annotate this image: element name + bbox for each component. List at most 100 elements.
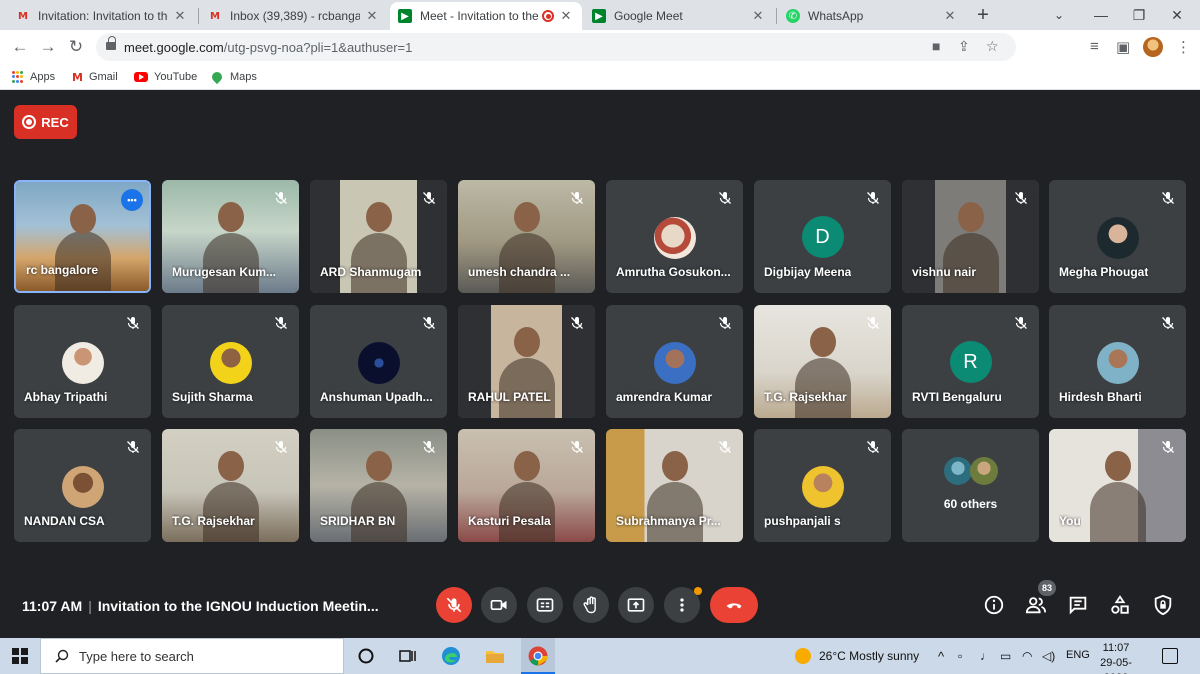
camera-tray-icon[interactable]: ▫ <box>958 649 962 663</box>
participant-tile[interactable]: T.G. Rajsekhar <box>162 429 299 542</box>
mic-off-button[interactable] <box>436 587 472 623</box>
participant-name: Megha Phougat <box>1059 265 1149 279</box>
bookmark-maps[interactable]: Maps <box>209 68 257 86</box>
browser-tab-strip: M Invitation: Invitation to the IG ✕ M I… <box>0 0 1200 30</box>
avatar <box>357 342 400 384</box>
new-tab-button[interactable]: + <box>970 2 996 28</box>
participant-name: rc bangalore <box>26 263 99 277</box>
close-icon[interactable]: ✕ <box>364 8 380 24</box>
volume-icon[interactable]: ◁) <box>1042 649 1055 663</box>
bookmark-apps[interactable]: Apps <box>12 68 55 86</box>
side-panel-icon[interactable]: ▣ <box>1116 38 1130 56</box>
meeting-details-button[interactable] <box>983 594 1005 616</box>
tab-whatsapp[interactable]: ✆ WhatsApp ✕ <box>778 2 966 30</box>
muted-indicator <box>1013 190 1029 206</box>
muted-indicator <box>1160 439 1176 455</box>
taskbar-clock[interactable]: 11:07 29-05-2022 <box>1094 641 1138 674</box>
recording-indicator[interactable]: REC <box>14 105 77 139</box>
participant-tile[interactable]: Hirdesh Bharti <box>1049 305 1186 418</box>
participant-tile[interactable]: pushpanjali s <box>754 429 891 542</box>
tab-gmail-invitation[interactable]: M Invitation: Invitation to the IG ✕ <box>8 2 196 30</box>
tab-gmail-inbox[interactable]: M Inbox (39,389) - rcbangalore ✕ <box>200 2 388 30</box>
present-screen-button[interactable] <box>618 587 654 623</box>
raise-hand-button[interactable] <box>573 587 609 623</box>
shield-lock-icon <box>1154 594 1172 616</box>
participant-tile[interactable]: vishnu nair <box>902 180 1039 293</box>
tile-options-button[interactable]: ••• <box>121 189 143 211</box>
microphone-tray-icon[interactable]: ♩ <box>980 649 992 663</box>
participant-tile[interactable]: R RVTI Bengaluru <box>902 305 1039 418</box>
back-button[interactable]: ← <box>8 35 32 59</box>
taskbar-search-box[interactable]: Type here to search <box>40 638 344 674</box>
participant-tile[interactable]: Subrahmanya Pr... <box>606 429 743 542</box>
lock-icon[interactable] <box>106 36 116 50</box>
profile-avatar[interactable] <box>1143 37 1163 57</box>
participant-tile[interactable]: Sujith Sharma <box>162 305 299 418</box>
participant-tile[interactable]: T.G. Rajsekhar <box>754 305 891 418</box>
tab-google-meet[interactable]: ▶ Google Meet ✕ <box>584 2 774 30</box>
leave-call-button[interactable] <box>710 587 758 623</box>
participant-count-badge: 83 <box>1038 580 1056 596</box>
participant-tile[interactable]: D Digbijay Meena <box>754 180 891 293</box>
participant-tile[interactable]: Amrutha Gosukon... <box>606 180 743 293</box>
tab-meet-active[interactable]: ▶ Meet - Invitation to the ✕ <box>390 2 582 30</box>
participant-tile[interactable]: You <box>1049 429 1186 542</box>
cortana-icon[interactable] <box>355 645 377 667</box>
bookmark-star-icon[interactable]: ☆ <box>986 38 999 55</box>
bookmark-youtube[interactable]: YouTube <box>134 68 197 86</box>
participant-name: You <box>1059 514 1081 528</box>
notification-center-icon[interactable] <box>1162 648 1178 664</box>
windows-start-icon[interactable] <box>12 648 28 664</box>
avatar-letter: D <box>801 216 844 258</box>
chevron-up-icon[interactable]: ^ <box>938 649 944 664</box>
weather-sun-icon[interactable] <box>795 648 811 664</box>
meet-control-bar: 11:07 AM | Invitation to the IGNOU Inducti… <box>0 580 1200 638</box>
participant-tile[interactable]: Murugesan Kum... <box>162 180 299 293</box>
weather-text[interactable]: 26°C Mostly sunny <box>819 649 919 663</box>
camera-button[interactable] <box>481 587 517 623</box>
participant-tile[interactable]: Abhay Tripathi <box>14 305 151 418</box>
participant-tile[interactable]: umesh chandra ... <box>458 180 595 293</box>
chat-button[interactable] <box>1067 594 1089 616</box>
participant-tile[interactable]: RAHUL PATEL <box>458 305 595 418</box>
participant-tile[interactable]: rc bangalore ••• <box>14 180 151 293</box>
forward-button[interactable]: → <box>36 35 60 59</box>
participant-tile[interactable]: Kasturi Pesala <box>458 429 595 542</box>
people-icon <box>1025 597 1047 614</box>
media-control-icon[interactable]: ≡ <box>1090 38 1099 55</box>
tab-search-icon[interactable]: ⌄ <box>1036 0 1082 30</box>
chrome-icon[interactable] <box>527 645 549 667</box>
participant-tile[interactable]: Megha Phougat <box>1049 180 1186 293</box>
edge-icon[interactable] <box>440 645 462 667</box>
participant-name: Murugesan Kum... <box>172 265 277 279</box>
participant-tile[interactable]: NANDAN CSA <box>14 429 151 542</box>
captions-button[interactable] <box>527 587 563 623</box>
avatar <box>209 342 252 384</box>
task-view-icon[interactable] <box>396 645 418 667</box>
participant-tile[interactable]: SRIDHAR BN <box>310 429 447 542</box>
language-indicator[interactable]: ENG <box>1066 649 1090 661</box>
close-icon[interactable]: ✕ <box>172 8 188 24</box>
reload-button[interactable]: ↻ <box>64 35 88 59</box>
menu-icon[interactable]: ⋮ <box>1176 38 1191 56</box>
participant-tile[interactable]: Anshuman Upadh... <box>310 305 447 418</box>
file-explorer-icon[interactable] <box>484 645 506 667</box>
share-icon[interactable]: ⇪ <box>958 38 970 55</box>
camera-icon[interactable]: ■ <box>932 38 940 54</box>
close-icon[interactable]: ✕ <box>558 8 574 24</box>
bookmark-gmail[interactable]: M Gmail <box>72 68 118 86</box>
mic-off-icon <box>1015 192 1027 204</box>
close-window-button[interactable]: ✕ <box>1154 0 1200 30</box>
activities-button[interactable] <box>1109 594 1131 616</box>
host-controls-button[interactable] <box>1152 594 1174 616</box>
close-icon[interactable]: ✕ <box>942 8 958 24</box>
people-button[interactable] <box>1025 594 1047 616</box>
participant-tile[interactable]: amrendra Kumar <box>606 305 743 418</box>
close-icon[interactable]: ✕ <box>750 8 766 24</box>
participant-tile[interactable]: 60 others <box>902 429 1039 542</box>
participant-tile[interactable]: ARD Shanmugam <box>310 180 447 293</box>
avatar <box>1096 217 1139 259</box>
address-bar[interactable]: meet.google.com/utg-psvg-noa?pli=1&authu… <box>96 33 1016 61</box>
battery-icon[interactable]: ▭ <box>1000 649 1011 663</box>
wifi-icon[interactable]: ◠ <box>1022 649 1032 663</box>
